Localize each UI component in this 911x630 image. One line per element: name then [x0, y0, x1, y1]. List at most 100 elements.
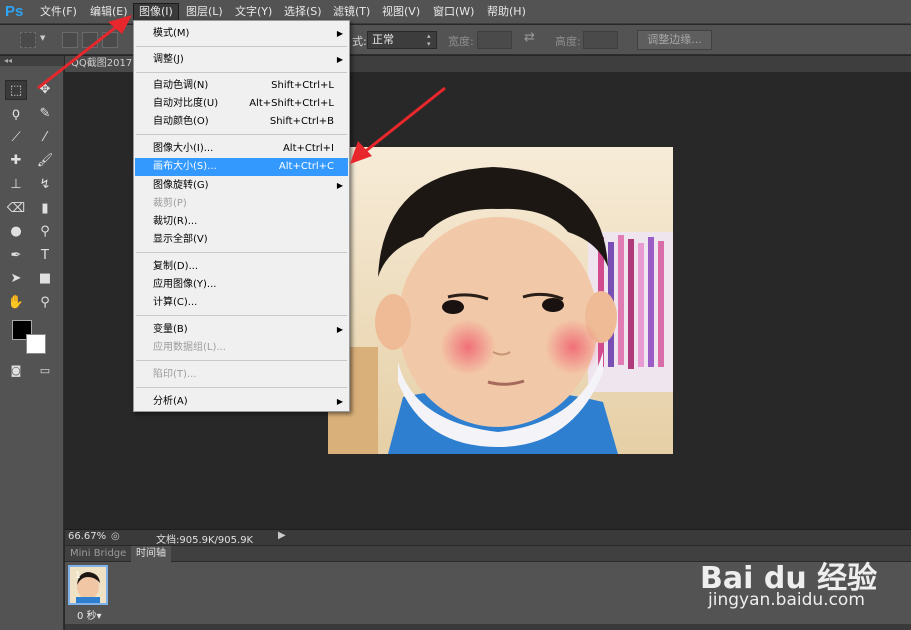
menu-separator — [136, 387, 347, 388]
move-tool-icon[interactable]: ✥ — [34, 80, 56, 100]
blur-tool-icon[interactable]: ● — [5, 222, 27, 242]
swap-icon[interactable]: ⇄ — [524, 30, 535, 45]
menu-separator — [136, 315, 347, 316]
subtract-selection-icon[interactable] — [102, 32, 118, 48]
timeline-controls — [65, 624, 911, 630]
height-label: 高度: — [555, 35, 581, 48]
crop-tool-icon[interactable]: ⟋ — [5, 128, 27, 148]
brush-tool-icon[interactable]: 🖌 — [34, 151, 56, 171]
path-select-tool-icon[interactable]: ➤ — [5, 269, 27, 289]
submenu-arrow-icon: ▶ — [336, 397, 343, 406]
type-tool-icon[interactable]: T — [34, 246, 56, 266]
menu-item-canvas-size[interactable]: 画布大小(S)... Alt+Ctrl+C — [135, 158, 348, 176]
pen-tool-icon[interactable]: ✒ — [5, 246, 27, 266]
add-selection-icon[interactable] — [82, 32, 98, 48]
menu-item-apply-data-set: 应用数据组(L)... — [135, 339, 348, 357]
menu-item-shortcut: Shift+Ctrl+L — [271, 80, 334, 91]
width-field[interactable] — [477, 31, 512, 49]
eraser-tool-icon[interactable]: ⌫ — [5, 199, 27, 219]
marquee-preset-icon[interactable] — [20, 32, 36, 48]
child-photo — [328, 147, 673, 454]
menu-item-apply-image[interactable]: 应用图像(Y)... — [135, 276, 348, 294]
zoom-level[interactable]: 66.67% — [68, 531, 106, 542]
photoshop-window: Ps 文件(F) 编辑(E) 图像(I) 图层(L) 文字(Y) 选择(S) 滤… — [0, 0, 911, 630]
menu-item-shortcut: Alt+Ctrl+I — [282, 143, 334, 154]
menu-item-label: 应用图像(Y)... — [153, 279, 217, 290]
document-info: 文档:905.9K/905.9K — [156, 535, 254, 546]
height-field[interactable] — [583, 31, 618, 49]
menu-item-label: 模式(M) — [153, 28, 190, 39]
menu-file[interactable]: 文件(F) — [35, 3, 82, 21]
menu-item-duplicate[interactable]: 复制(D)... — [135, 258, 348, 276]
lasso-tool-icon[interactable]: ϙ — [5, 104, 27, 124]
frame-delay[interactable]: 0 秒▾ — [77, 607, 102, 622]
submenu-arrow-icon: ▶ — [336, 29, 343, 38]
chevron-down-icon[interactable]: ▼ — [40, 34, 45, 42]
healing-brush-tool-icon[interactable]: ✚ — [5, 151, 27, 171]
menu-item-label: 显示全部(V) — [153, 234, 208, 245]
menu-image[interactable]: 图像(I) — [133, 3, 179, 21]
menu-item-shortcut: Alt+Ctrl+C — [278, 161, 334, 172]
status-info-icon[interactable]: ◎ — [111, 531, 120, 542]
style-select[interactable]: 正常 — [367, 31, 437, 49]
quick-mask-icon[interactable]: ◙ — [5, 361, 27, 381]
menu-item-shortcut: Shift+Ctrl+B — [269, 116, 334, 127]
document-tab[interactable]: QQ截图2017 — [65, 56, 135, 72]
menu-item-trap: 陷印(T)... — [135, 366, 348, 384]
menu-item-mode[interactable]: 模式(M) ▶ — [135, 25, 348, 43]
menu-item-image-size[interactable]: 图像大小(I)... Alt+Ctrl+I — [135, 140, 348, 158]
menu-help[interactable]: 帮助(H) — [482, 3, 531, 21]
baidu-watermark: Bai du 经验 jingyan.baidu.com — [700, 538, 900, 618]
menu-layer[interactable]: 图层(L) — [181, 3, 228, 21]
baidu-url: jingyan.baidu.com — [708, 590, 865, 610]
photoshop-logo: Ps — [5, 3, 24, 20]
toolbox-collapse-icon[interactable]: ◂◂ — [0, 56, 64, 66]
status-menu-arrow-icon[interactable]: ▶ — [278, 530, 286, 541]
rect-marquee-tool-icon[interactable]: ⬚ — [5, 80, 27, 100]
history-brush-tool-icon[interactable]: ↯ — [34, 175, 56, 195]
menu-item-variables[interactable]: 变量(B) ▶ — [135, 321, 348, 339]
submenu-arrow-icon: ▶ — [336, 55, 343, 64]
menu-item-reveal-all[interactable]: 显示全部(V) — [135, 231, 348, 249]
toolbox: ◂◂ ⬚ ✥ ϙ ✎ ⟋ ⁄ ✚ 🖌 ⊥ ↯ ⌫ ▮ ● ⚲ ✒ T ➤ ■ ✋… — [0, 56, 64, 630]
menu-item-auto-contrast[interactable]: 自动对比度(U) Alt+Shift+Ctrl+L — [135, 95, 348, 113]
screen-mode-icon[interactable]: ▭ — [34, 361, 56, 381]
menu-filter[interactable]: 滤镜(T) — [328, 3, 375, 21]
menu-item-trim[interactable]: 裁切(R)... — [135, 213, 348, 231]
frame-thumbnail[interactable]: 1 — [68, 565, 108, 605]
refine-edge-button[interactable]: 调整边缘... — [637, 30, 712, 50]
hand-tool-icon[interactable]: ✋ — [5, 293, 27, 313]
menu-item-label: 自动对比度(U) — [153, 98, 219, 109]
menu-item-label: 变量(B) — [153, 324, 188, 335]
background-color-swatch[interactable] — [26, 334, 46, 354]
submenu-arrow-icon: ▶ — [336, 181, 343, 190]
clone-stamp-tool-icon[interactable]: ⊥ — [5, 175, 27, 195]
menu-item-label: 图像大小(I)... — [153, 143, 214, 154]
menu-item-adjustments[interactable]: 调整(J) ▶ — [135, 51, 348, 69]
submenu-arrow-icon: ▶ — [336, 325, 343, 334]
menu-item-shortcut: Alt+Shift+Ctrl+L — [249, 98, 334, 109]
menu-item-calculations[interactable]: 计算(C)... — [135, 294, 348, 312]
menu-window[interactable]: 窗口(W) — [428, 3, 479, 21]
menu-select[interactable]: 选择(S) — [279, 3, 327, 21]
new-selection-icon[interactable] — [62, 32, 78, 48]
menu-separator — [136, 72, 347, 73]
menu-item-analysis[interactable]: 分析(A) ▶ — [135, 393, 348, 411]
image-menu-dropdown: 模式(M) ▶ 调整(J) ▶ 自动色调(N) Shift+Ctrl+L 自动对比度(… — [133, 20, 350, 412]
menu-item-image-rotation[interactable]: 图像旋转(G) ▶ — [135, 177, 348, 195]
zoom-tool-icon[interactable]: ⚲ — [34, 293, 56, 313]
menu-type[interactable]: 文字(Y) — [230, 3, 277, 21]
menu-item-auto-color[interactable]: 自动颜色(O) Shift+Ctrl+B — [135, 113, 348, 131]
tab-timeline[interactable]: 时间轴 — [131, 546, 171, 562]
dodge-tool-icon[interactable]: ⚲ — [34, 222, 56, 242]
menu-separator — [136, 46, 347, 47]
tab-mini-bridge[interactable]: Mini Bridge — [65, 546, 131, 562]
menu-item-label: 裁切(R)... — [153, 216, 198, 227]
gradient-tool-icon[interactable]: ▮ — [34, 199, 56, 219]
eyedropper-tool-icon[interactable]: ⁄ — [34, 128, 56, 148]
quick-select-tool-icon[interactable]: ✎ — [34, 104, 56, 124]
menu-edit[interactable]: 编辑(E) — [85, 3, 133, 21]
menu-item-auto-tone[interactable]: 自动色调(N) Shift+Ctrl+L — [135, 77, 348, 95]
shape-tool-icon[interactable]: ■ — [34, 269, 56, 289]
menu-view[interactable]: 视图(V) — [377, 3, 425, 21]
